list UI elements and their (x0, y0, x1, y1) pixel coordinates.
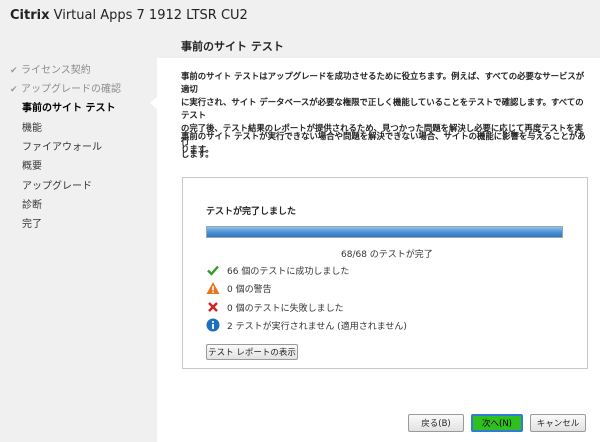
sidebar-item-label: 完了 (22, 219, 42, 230)
status-heading: テストが完了しました (206, 207, 297, 217)
impact-line: 事前のサイト テストが実行できない場合や問題を解決できない場合、サイトの機能に影… (181, 131, 586, 141)
sidebar-item-firewall: ファイアウォール (22, 138, 102, 153)
info-icon (206, 318, 220, 332)
result-text: 0 個のテストに失敗しました (227, 304, 344, 314)
product-name: Virtual Apps 7 1912 LTSR CU2 (53, 8, 248, 23)
title-bar: Citrix Virtual Apps 7 1912 LTSR CU2 (0, 0, 600, 34)
sidebar-item-upgrade: アップグレード (22, 177, 92, 192)
sidebar-item-features: 機能 (22, 119, 42, 134)
result-text: 2 テストが実行されません (適用されません) (227, 322, 407, 332)
sidebar-item-summary: 概要 (22, 157, 42, 172)
sidebar-item-upgrade-confirmation: ✔ アップグレードの確認 (10, 80, 121, 95)
progress-text: 68/68 のテストが完了 (341, 250, 433, 260)
sidebar-item-label: 概要 (22, 161, 42, 172)
check-icon (207, 265, 219, 276)
impact-paragraph: 事前のサイト テストが実行できない場合や問題を解決できない場合、サイトの機能に影… (181, 130, 591, 156)
sidebar-item-label: ファイアウォール (22, 142, 102, 153)
progress-bar (206, 226, 563, 238)
done-check-icon: ✔ (10, 66, 18, 76)
sidebar-item-label: 事前のサイト テスト (22, 103, 116, 114)
page-header: 事前のサイト テスト (157, 34, 600, 58)
installer-window: Citrix Virtual Apps 7 1912 LTSR CU2 ✔ ライセ… (0, 0, 600, 442)
sidebar-item-label: アップグレード (22, 181, 92, 192)
wizard-steps-sidebar: ✔ ライセンス契約 ✔ アップグレードの確認 事前のサイト テスト 機能 ファイアウ… (0, 34, 158, 442)
result-text: 66 個のテストに成功しました (227, 267, 350, 277)
brand-name: Citrix (10, 8, 50, 23)
done-check-icon: ✔ (10, 85, 18, 95)
back-button[interactable]: 戻る(B) (408, 414, 464, 432)
warning-icon (206, 282, 220, 294)
description-line: 事前のサイト テストはアップグレードを成功させるために役立ちます。例えば、すべて… (181, 71, 585, 94)
app-title: Citrix Virtual Apps 7 1912 LTSR CU2 (10, 8, 248, 23)
error-icon (208, 302, 218, 312)
sidebar-item-label: ライセンス契約 (21, 65, 91, 76)
sidebar-item-license-agreement: ✔ ライセンス契約 (10, 61, 91, 76)
result-text: 0 個の警告 (227, 285, 272, 295)
description-line: に実行され、サイト データベースが必要な権限で正しく機能していることをテストで確… (181, 97, 584, 120)
progress-bar-fill (207, 227, 562, 237)
sidebar-item-finish: 完了 (22, 215, 42, 230)
current-step-pointer (150, 97, 157, 109)
sidebar-item-label: アップグレードの確認 (21, 84, 121, 95)
view-test-report-button[interactable]: テスト レポートの表示 (206, 344, 298, 360)
page-title: 事前のサイト テスト (181, 40, 284, 53)
next-button[interactable]: 次へ(N) (471, 414, 523, 432)
sidebar-item-label: 診断 (22, 200, 42, 211)
cancel-button[interactable]: キャンセル (530, 414, 586, 432)
sidebar-item-label: 機能 (22, 123, 42, 134)
impact-line: ります。 (181, 144, 214, 154)
sidebar-item-preliminary-site-tests: 事前のサイト テスト (22, 99, 115, 114)
sidebar-item-diagnostics: 診断 (22, 196, 42, 211)
